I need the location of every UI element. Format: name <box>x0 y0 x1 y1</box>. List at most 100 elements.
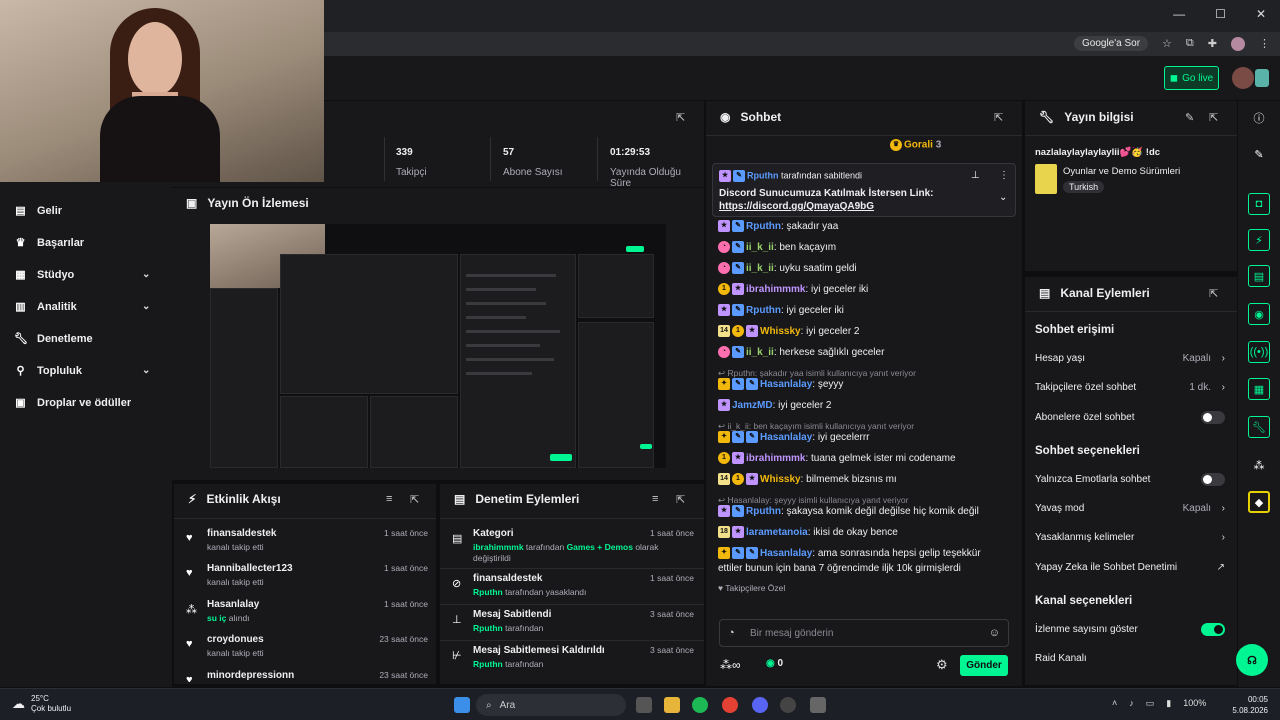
menu-icon[interactable]: ⋮ <box>1259 37 1270 50</box>
file-explorer-icon[interactable] <box>664 697 680 713</box>
sub-badge[interactable]: ◔ <box>718 262 730 275</box>
mod-badge[interactable]: ★ <box>746 473 758 486</box>
sword-badge[interactable]: ✎ <box>732 304 744 317</box>
emoji-icon[interactable]: ☺ <box>989 627 1000 639</box>
spotify-icon[interactable] <box>692 697 708 713</box>
mod-badge[interactable]: ★ <box>732 283 744 296</box>
chat-username[interactable]: Rputhn <box>746 221 781 232</box>
sword-badge[interactable]: ✎ <box>732 505 744 518</box>
chat-username[interactable]: ibrahimmmk <box>746 284 805 295</box>
popout-icon[interactable]: ⇱ <box>676 111 685 124</box>
sword-badge[interactable]: ✎ <box>732 346 744 359</box>
go-live-button[interactable]: ◼ Go live <box>1164 66 1219 90</box>
chat-input[interactable]: ◔ Bir mesaj gönderin ☺ <box>719 619 1009 647</box>
profile-avatar[interactable] <box>1231 36 1245 51</box>
google-ask-button[interactable]: Google'a Sor <box>1073 36 1149 51</box>
stream-preview-video[interactable] <box>210 224 666 468</box>
edit-icon[interactable]: ✎ <box>1185 111 1194 124</box>
info-icon[interactable]: ⓘ <box>1248 107 1270 129</box>
moderation-item[interactable]: ⊬ Mesaj Sabitlemesi Kaldırıldı Rputhn tara… <box>452 645 694 679</box>
popout-icon[interactable]: ⇱ <box>994 111 1003 124</box>
top-gifter[interactable]: ♛ Gorali 3 <box>890 139 941 151</box>
chat-username[interactable]: Hasanlalay <box>760 432 812 443</box>
maximize-button[interactable]: ☐ <box>1215 7 1226 21</box>
chat-username[interactable]: Whissky <box>760 474 801 485</box>
taskbar-search[interactable]: ⌕ Ara <box>476 694 626 716</box>
clip-icon[interactable]: ◘ <box>1248 193 1270 215</box>
mod-badge[interactable]: ★ <box>746 325 758 338</box>
document-icon[interactable]: ▤ <box>1248 265 1270 287</box>
setting-emote-only[interactable]: Yalnızca Emotlarla sohbet <box>1035 473 1225 486</box>
toggle-switch[interactable] <box>1201 623 1225 636</box>
mod-badge[interactable]: ★ <box>718 220 730 233</box>
windows-start-icon[interactable] <box>454 697 470 713</box>
category-name[interactable]: Oyunlar ve Demo Sürümleri <box>1063 166 1180 177</box>
moderation-item[interactable]: ▤ Kategori ibrahimmmk tarafından Games + D… <box>452 528 694 566</box>
mod-badge[interactable]: ★ <box>718 399 730 412</box>
sub-badge[interactable]: ◔ <box>718 241 730 254</box>
popout-icon[interactable]: ⇱ <box>676 493 685 506</box>
filter-icon[interactable]: ≡ <box>386 493 392 505</box>
popout-icon[interactable]: ⇱ <box>1209 287 1218 300</box>
gear-icon[interactable]: ⚙ <box>936 657 948 673</box>
sword-badge[interactable]: ✎ <box>732 241 744 254</box>
gifter-badge[interactable]: 1 <box>732 473 744 486</box>
sword-badge[interactable]: ✎ <box>746 378 758 391</box>
sub-months-badge[interactable]: 14 <box>718 473 730 486</box>
setting-slow-mode[interactable]: Yavaş mod Kapalı › <box>1035 503 1225 514</box>
gifter-badge[interactable]: 1 <box>732 325 744 338</box>
setting-raid[interactable]: Raid Kanalı <box>1035 653 1225 664</box>
chat-icon[interactable]: ◉ <box>1248 303 1270 325</box>
sidebar-item-studyo[interactable]: ▦ Stüdyo ⌄ <box>14 268 150 282</box>
sword-badge[interactable]: ✎ <box>732 378 744 391</box>
sidebar-item-denetleme[interactable]: 🔧︎ Denetleme <box>14 332 93 346</box>
chevron-down-icon[interactable]: ⌄ <box>999 192 1007 203</box>
lightning-icon[interactable]: ⚡︎ <box>1248 229 1270 251</box>
activity-item[interactable]: ♥ minordepressionn 23 saat önce <box>186 670 428 682</box>
puzzle-icon[interactable]: ◆ <box>1248 491 1270 513</box>
moderation-item[interactable]: ⊘ finansaldestek Rputhn tarafından yasakla… <box>452 573 694 607</box>
puzzle-icon[interactable]: ✚ <box>1208 37 1217 50</box>
toggle-switch[interactable] <box>1201 473 1225 486</box>
chat-username[interactable]: Hasanlalay <box>760 379 812 390</box>
vip-badge[interactable]: ✦ <box>718 431 730 444</box>
activity-item[interactable]: ♥ finansaldestek kanalı takip etti 1 saat ö… <box>186 528 428 562</box>
popout-icon[interactable]: ⇱ <box>1209 111 1218 124</box>
setting-ai-moderation[interactable]: Yapay Zeka ile Sohbet Denetimi ↗ <box>1035 562 1225 573</box>
user-avatar[interactable] <box>1232 67 1254 89</box>
setting-followers-only[interactable]: Takipçilere özel sohbet 1 dk. › <box>1035 382 1225 393</box>
sword-badge[interactable]: ✎ <box>732 431 744 444</box>
chat-username[interactable]: ibrahimmmk <box>746 453 805 464</box>
chat-username[interactable]: Rputhn <box>746 506 781 517</box>
chat-username[interactable]: larametanoia <box>746 527 808 538</box>
help-button[interactable]: ☊ <box>1236 644 1268 676</box>
broadcast-icon[interactable]: ((•)) <box>1248 341 1270 363</box>
popout-icon[interactable]: ⇱ <box>410 493 419 506</box>
extension-icon[interactable]: ⧉ <box>1186 37 1194 50</box>
discord-icon[interactable] <box>752 697 768 713</box>
minimize-button[interactable]: — <box>1173 7 1185 21</box>
gifter-badge[interactable]: 1 <box>718 452 730 465</box>
chat-username[interactable]: ii_k_ii <box>746 347 774 358</box>
setting-account-age[interactable]: Hesap yaşı Kapalı › <box>1035 353 1225 364</box>
setting-banned-words[interactable]: Yasaklanmış kelimeler › <box>1035 532 1225 543</box>
mod-badge[interactable]: ★ <box>718 304 730 317</box>
sidebar-item-basarilar[interactable]: ♛ Başarılar <box>14 236 85 250</box>
setting-show-viewers[interactable]: İzlenme sayısını göster <box>1035 623 1225 636</box>
chat-settings-icons[interactable]: ⁂∞ <box>720 658 741 672</box>
more-icon[interactable]: ⋮ <box>999 170 1009 181</box>
pinned-link[interactable]: https://discord.gg/QmayaQA9bG <box>719 201 874 212</box>
sidebar-item-analitik[interactable]: ▥ Analitik ⌄ <box>14 300 150 314</box>
app-icon[interactable] <box>810 697 826 713</box>
dashboard-icon[interactable]: ▦ <box>1248 378 1270 400</box>
sword-badge[interactable]: ✎ <box>746 547 758 560</box>
weather-widget[interactable]: ☁ 25°C Çok bulutlu <box>12 694 71 714</box>
tag-badge[interactable]: Turkish <box>1063 181 1105 193</box>
sword-badge[interactable]: ✎ <box>732 262 744 275</box>
sidebar-item-gelir[interactable]: ▤ Gelir <box>14 204 62 218</box>
chat-username[interactable]: ii_k_ii <box>746 263 774 274</box>
chat-username[interactable]: Hasanlalay <box>760 548 812 559</box>
channel-points[interactable]: ◉ 0 <box>766 658 783 669</box>
category-thumbnail[interactable] <box>1035 164 1057 194</box>
mod-badge[interactable]: ★ <box>718 505 730 518</box>
